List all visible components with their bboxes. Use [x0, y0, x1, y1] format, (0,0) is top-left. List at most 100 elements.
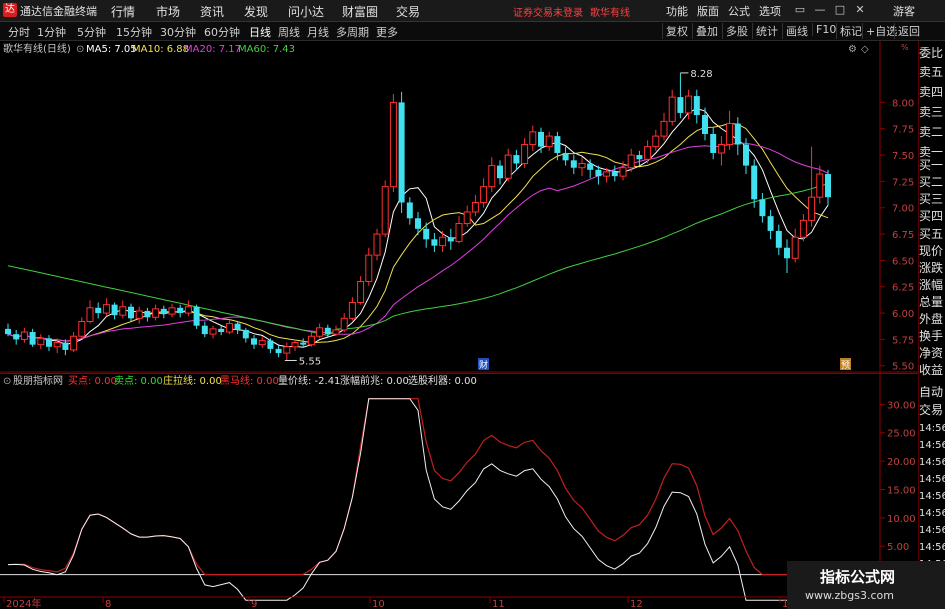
candle-body[interactable] — [595, 169, 602, 177]
candle-body[interactable] — [242, 329, 249, 339]
candle-body[interactable] — [168, 307, 176, 315]
candle-body[interactable] — [144, 310, 151, 318]
candle-body[interactable] — [816, 173, 824, 198]
candle-body[interactable] — [799, 219, 807, 238]
restore-window-icon[interactable]: ▭ — [792, 2, 808, 18]
menu-layout[interactable]: 版面 — [697, 3, 719, 19]
candle-body[interactable] — [193, 306, 200, 326]
candle-body[interactable] — [389, 101, 397, 188]
period-tab-15min[interactable]: 15分钟 — [116, 24, 152, 40]
candle-body[interactable] — [603, 171, 611, 177]
candle-body[interactable] — [455, 223, 463, 242]
side-panel-item-14[interactable]: 总量 — [919, 296, 945, 309]
candle-body[interactable] — [702, 115, 708, 134]
candle-body[interactable] — [423, 228, 430, 240]
side-panel-item-7[interactable]: 买二 — [919, 176, 945, 189]
maximize-icon[interactable]: □ — [832, 2, 848, 18]
indicator-settings-icon[interactable]: ⊙ — [3, 376, 11, 387]
period-tab-more[interactable]: 更多 — [376, 24, 398, 40]
candle-body[interactable] — [497, 165, 503, 179]
candle-body[interactable] — [538, 131, 544, 147]
candle-body[interactable] — [46, 338, 52, 347]
ma-settings-icon[interactable]: ⊙ — [76, 44, 84, 55]
side-panel-item-20[interactable]: 交易 — [919, 404, 945, 417]
period-tab-monthly[interactable]: 月线 — [307, 24, 329, 40]
draw-line-button[interactable]: 画线 — [782, 23, 811, 39]
candle-body[interactable] — [570, 160, 577, 168]
candle-body[interactable] — [348, 302, 356, 319]
side-panel-item-11[interactable]: 现价 — [919, 245, 945, 258]
candle-body[interactable] — [86, 307, 94, 322]
candle-body[interactable] — [775, 230, 782, 248]
menu-item-wealth-circle[interactable]: 财富圈 — [342, 3, 378, 20]
candle-body[interactable] — [184, 306, 192, 314]
candle-body[interactable] — [652, 135, 660, 148]
side-panel-item-9[interactable]: 买四 — [919, 210, 945, 223]
menu-item-market-quotes[interactable]: 行情 — [111, 3, 135, 20]
side-panel-item-0[interactable]: 委比 — [919, 47, 945, 60]
candle-body[interactable] — [365, 254, 373, 282]
candle-body[interactable] — [152, 308, 160, 318]
side-panel-item-8[interactable]: 买三 — [919, 193, 945, 206]
side-panel-item-18[interactable]: 收益 — [919, 364, 945, 377]
candle-body[interactable] — [587, 163, 594, 170]
candle-body[interactable] — [463, 211, 471, 225]
candle-body[interactable] — [5, 328, 11, 335]
candle-body[interactable] — [825, 174, 831, 198]
indicator-chart[interactable]: 30.0025.0020.0015.0010.005.000.00 ⊙ 股朋指标… — [0, 373, 918, 609]
candle-body[interactable] — [332, 329, 340, 335]
settings-icon[interactable]: ⚙ — [848, 44, 857, 55]
period-tab-weekly[interactable]: 周线 — [278, 24, 300, 40]
candle-body[interactable] — [357, 280, 365, 304]
period-tab-intraday[interactable]: 分时 — [8, 24, 30, 40]
candle-body[interactable] — [767, 216, 774, 231]
candle-body[interactable] — [218, 328, 225, 333]
candle-body[interactable] — [668, 96, 676, 122]
candle-body[interactable] — [111, 304, 118, 316]
candle-body[interactable] — [791, 236, 799, 259]
candle-body[interactable] — [225, 323, 233, 333]
candle-body[interactable] — [95, 307, 102, 314]
candle-body[interactable] — [177, 307, 184, 314]
candle-body[interactable] — [324, 327, 331, 335]
candle-body[interactable] — [234, 323, 241, 330]
side-panel-item-4[interactable]: 卖二 — [919, 126, 945, 139]
collapse-icon[interactable]: ◇ — [861, 44, 869, 55]
candle-body[interactable] — [471, 201, 479, 213]
side-panel-item-5[interactable]: 卖一 — [919, 146, 945, 159]
candle-body[interactable] — [209, 328, 217, 335]
adjust-button[interactable]: 复权 — [662, 23, 691, 39]
candle-body[interactable] — [562, 152, 569, 161]
candle-body[interactable] — [78, 320, 86, 337]
period-tab-multi[interactable]: 多周期 — [336, 24, 369, 40]
back-button[interactable]: 返回 — [894, 23, 923, 39]
candle-body[interactable] — [406, 202, 413, 219]
candle-body[interactable] — [439, 236, 447, 247]
candle-body[interactable] — [251, 338, 257, 345]
candlesticks[interactable] — [5, 72, 831, 361]
login-status[interactable]: 证券交易未登录 — [513, 4, 583, 19]
candle-body[interactable] — [447, 237, 454, 242]
period-tab-daily[interactable]: 日线 — [249, 24, 271, 40]
candle-body[interactable] — [415, 218, 421, 229]
candle-body[interactable] — [636, 155, 643, 160]
mark-button[interactable]: 标记 — [836, 23, 865, 39]
statistics-button[interactable]: 统计 — [752, 23, 781, 39]
menu-options[interactable]: 选项 — [759, 3, 781, 19]
candle-body[interactable] — [283, 346, 291, 354]
candle-body[interactable] — [373, 233, 381, 256]
menu-item-discover[interactable]: 发现 — [244, 3, 268, 20]
candle-body[interactable] — [504, 154, 512, 179]
candle-body[interactable] — [521, 144, 529, 164]
candle-body[interactable] — [627, 154, 635, 169]
period-tab-30min[interactable]: 30分钟 — [160, 24, 196, 40]
candle-body[interactable] — [275, 348, 282, 354]
candle-body[interactable] — [20, 331, 28, 340]
candle-body[interactable] — [37, 337, 45, 346]
side-panel-item-10[interactable]: 买五 — [919, 228, 945, 241]
candle-body[interactable] — [545, 135, 553, 148]
candle-body[interactable] — [258, 339, 266, 346]
side-panel-item-19[interactable]: 自动 — [919, 386, 945, 399]
candle-body[interactable] — [619, 167, 627, 177]
period-tab-60min[interactable]: 60分钟 — [204, 24, 240, 40]
